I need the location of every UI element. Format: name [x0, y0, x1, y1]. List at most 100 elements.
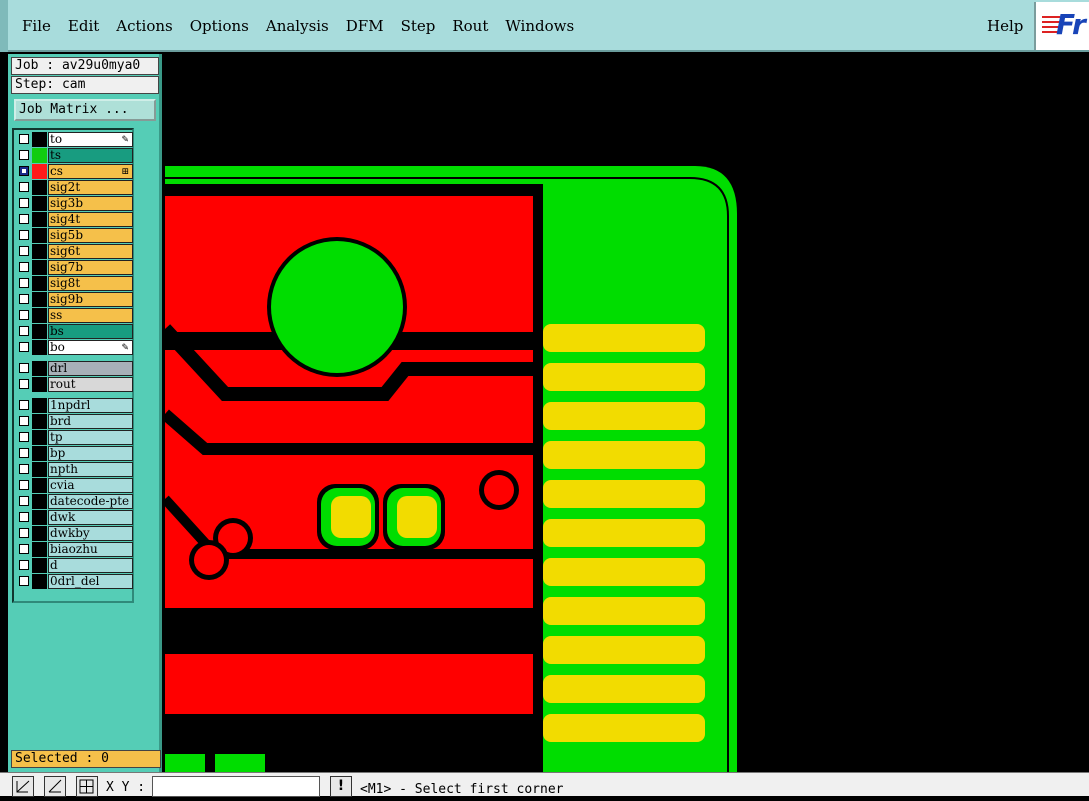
layer-name[interactable]: dwkby	[48, 526, 133, 541]
layer-checkbox[interactable]	[19, 246, 29, 256]
layer-color-swatch[interactable]	[32, 462, 47, 477]
layer-row[interactable]: tp	[16, 430, 133, 445]
layer-color-swatch[interactable]	[32, 398, 47, 413]
menu-windows[interactable]: Windows	[505, 17, 574, 35]
menu-actions[interactable]: Actions	[116, 17, 172, 35]
layer-color-swatch[interactable]	[32, 292, 47, 307]
layer-name[interactable]: sig4t	[48, 212, 133, 227]
layer-checkbox[interactable]	[19, 512, 29, 522]
layer-name[interactable]: bs	[48, 324, 133, 339]
layer-checkbox[interactable]	[19, 464, 29, 474]
layer-row[interactable]: cvia	[16, 478, 133, 493]
layer-row[interactable]: 0drl_del	[16, 574, 133, 589]
layer-row[interactable]: ss	[16, 308, 133, 323]
layer-row[interactable]: sig8t	[16, 276, 133, 291]
layer-checkbox[interactable]	[19, 166, 29, 176]
layer-color-swatch[interactable]	[32, 276, 47, 291]
layer-row[interactable]: brd	[16, 414, 133, 429]
layer-color-swatch[interactable]	[32, 132, 47, 147]
layer-color-swatch[interactable]	[32, 377, 47, 392]
layer-checkbox[interactable]	[19, 416, 29, 426]
layer-checkbox[interactable]	[19, 379, 29, 389]
layer-name[interactable]: sig8t	[48, 276, 133, 291]
layer-row[interactable]: cs ⊞	[16, 164, 133, 179]
layer-row[interactable]: dwkby	[16, 526, 133, 541]
layer-name[interactable]: 1npdrl	[48, 398, 133, 413]
layer-checkbox[interactable]	[19, 528, 29, 538]
layer-color-swatch[interactable]	[32, 340, 47, 355]
layer-name[interactable]: sig2t	[48, 180, 133, 195]
layer-row[interactable]: sig2t	[16, 180, 133, 195]
job-matrix-button[interactable]: Job Matrix ...	[14, 99, 156, 121]
message-icon[interactable]: !	[330, 776, 352, 797]
layer-checkbox[interactable]	[19, 576, 29, 586]
layer-name[interactable]: rout	[48, 377, 133, 392]
layer-color-swatch[interactable]	[32, 308, 47, 323]
layer-checkbox[interactable]	[19, 150, 29, 160]
layer-color-swatch[interactable]	[32, 446, 47, 461]
layer-checkbox[interactable]	[19, 480, 29, 490]
layer-color-swatch[interactable]	[32, 510, 47, 525]
layer-name[interactable]: bp	[48, 446, 133, 461]
layer-checkbox[interactable]	[19, 400, 29, 410]
layer-checkbox[interactable]	[19, 432, 29, 442]
layer-row[interactable]: npth	[16, 462, 133, 477]
menu-edit[interactable]: Edit	[68, 17, 99, 35]
layer-checkbox[interactable]	[19, 198, 29, 208]
layer-row[interactable]: sig3b	[16, 196, 133, 211]
layer-name[interactable]: to ✎	[48, 132, 133, 147]
layer-color-swatch[interactable]	[32, 324, 47, 339]
menu-dfm[interactable]: DFM	[346, 17, 384, 35]
layer-color-swatch[interactable]	[32, 212, 47, 227]
layer-color-swatch[interactable]	[32, 196, 47, 211]
layer-checkbox[interactable]	[19, 134, 29, 144]
layer-row[interactable]: sig4t	[16, 212, 133, 227]
layer-color-swatch[interactable]	[32, 558, 47, 573]
menu-help[interactable]: Help	[987, 17, 1023, 35]
layer-row[interactable]: drl	[16, 361, 133, 376]
layer-checkbox[interactable]	[19, 214, 29, 224]
layer-checkbox[interactable]	[19, 278, 29, 288]
layer-row[interactable]: rout	[16, 377, 133, 392]
layer-row[interactable]: bo ✎	[16, 340, 133, 355]
layer-row[interactable]: bp	[16, 446, 133, 461]
layer-color-swatch[interactable]	[32, 414, 47, 429]
layer-name[interactable]: 0drl_del	[48, 574, 133, 589]
layer-name[interactable]: tp	[48, 430, 133, 445]
layer-name[interactable]: brd	[48, 414, 133, 429]
xy-input[interactable]	[152, 776, 320, 797]
layer-name[interactable]: ts	[48, 148, 133, 163]
snap-icon[interactable]	[44, 776, 66, 797]
layer-name[interactable]: npth	[48, 462, 133, 477]
layer-checkbox[interactable]	[19, 342, 29, 352]
layer-name[interactable]: ss	[48, 308, 133, 323]
menu-rout[interactable]: Rout	[452, 17, 488, 35]
layer-name[interactable]: cvia	[48, 478, 133, 493]
layer-checkbox[interactable]	[19, 294, 29, 304]
layer-name[interactable]: sig5b	[48, 228, 133, 243]
layer-row[interactable]: sig7b	[16, 260, 133, 275]
layer-name[interactable]: sig9b	[48, 292, 133, 307]
layer-checkbox[interactable]	[19, 310, 29, 320]
layer-row[interactable]: biaozhu	[16, 542, 133, 557]
layer-row[interactable]: d	[16, 558, 133, 573]
menu-file[interactable]: File	[22, 17, 51, 35]
layer-checkbox[interactable]	[19, 496, 29, 506]
graphic-editor-canvas[interactable]	[165, 54, 1089, 772]
layer-name[interactable]: bo ✎	[48, 340, 133, 355]
layer-checkbox[interactable]	[19, 544, 29, 554]
layer-row[interactable]: to ✎	[16, 132, 133, 147]
layer-name[interactable]: sig7b	[48, 260, 133, 275]
layer-name[interactable]: dwk	[48, 510, 133, 525]
layer-color-swatch[interactable]	[32, 542, 47, 557]
zoom-area-icon[interactable]	[12, 776, 34, 797]
layer-color-swatch[interactable]	[32, 228, 47, 243]
layer-row[interactable]: bs	[16, 324, 133, 339]
layer-color-swatch[interactable]	[32, 180, 47, 195]
layer-row[interactable]: ts	[16, 148, 133, 163]
menu-options[interactable]: Options	[190, 17, 249, 35]
layer-color-swatch[interactable]	[32, 494, 47, 509]
layer-name[interactable]: sig6t	[48, 244, 133, 259]
layer-row[interactable]: dwk	[16, 510, 133, 525]
layer-color-swatch[interactable]	[32, 148, 47, 163]
